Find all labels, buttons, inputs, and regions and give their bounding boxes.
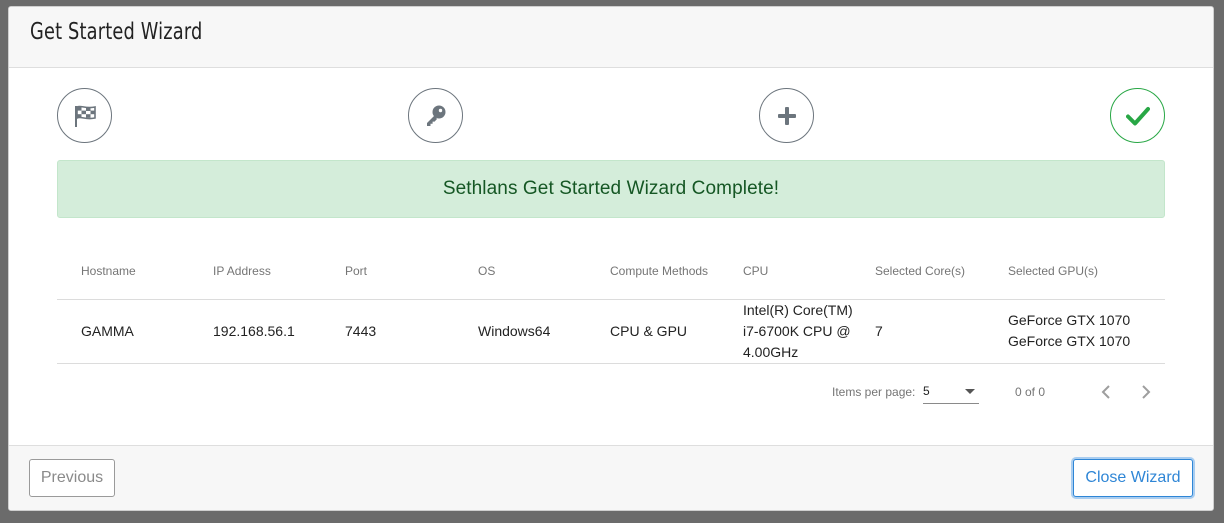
column-header-port: Port <box>345 243 478 300</box>
column-header-ip: IP Address <box>213 243 345 300</box>
dropdown-arrow-icon <box>965 389 975 394</box>
cell-os: Windows64 <box>478 299 610 364</box>
column-header-cpu: CPU <box>743 243 875 300</box>
cell-hostname: GAMMA <box>57 299 213 364</box>
column-header-compute: Compute Methods <box>610 243 743 300</box>
chevron-right-icon <box>1142 385 1151 399</box>
step-complete[interactable] <box>1110 88 1165 143</box>
modal-header: Get Started Wizard <box>9 7 1213 68</box>
close-wizard-button[interactable]: Close Wizard <box>1073 459 1193 497</box>
alert-message: Sethlans Get Started Wizard Complete! <box>442 178 780 199</box>
table-header-row: Hostname IP Address Port OS Compute Meth… <box>57 243 1165 300</box>
cell-compute: CPU & GPU <box>610 299 743 364</box>
step-add-node[interactable] <box>759 88 814 143</box>
gpu-item: GeForce GTX 1070 <box>1008 312 1131 328</box>
wizard-steps <box>57 88 1165 144</box>
previous-page-button[interactable] <box>1094 380 1118 404</box>
items-per-page-label: Items per page: <box>832 385 916 399</box>
step-start[interactable] <box>57 88 112 143</box>
page-range-label: 0 of 0 <box>1015 385 1046 399</box>
step-credentials[interactable] <box>408 88 463 143</box>
items-per-page-select[interactable]: 5 <box>923 380 979 404</box>
column-header-os: OS <box>478 243 610 300</box>
nodes-table-wrapper: Hostname IP Address Port OS Compute Meth… <box>57 243 1165 364</box>
nodes-table: Hostname IP Address Port OS Compute Meth… <box>57 243 1165 364</box>
next-page-button[interactable] <box>1134 380 1158 404</box>
cell-cores: 7 <box>875 299 1008 364</box>
cell-gpus: GeForce GTX 1070 GeForce GTX 1070 <box>1008 299 1165 364</box>
flag-checkered-icon <box>74 105 96 127</box>
success-alert: Sethlans Get Started Wizard Complete! <box>57 160 1165 218</box>
cell-port: 7443 <box>345 299 478 364</box>
gpu-item: GeForce GTX 1070 <box>1008 333 1131 349</box>
modal-title: Get Started Wizard <box>30 19 203 45</box>
plus-icon <box>777 106 796 125</box>
previous-button[interactable]: Previous <box>29 459 115 497</box>
cell-ip: 192.168.56.1 <box>213 299 345 364</box>
cell-cpu: Intel(R) Core(TM) i7-6700K CPU @ 4.00GHz <box>743 299 875 364</box>
modal-footer: Previous Close Wizard <box>9 445 1213 510</box>
table-row: GAMMA 192.168.56.1 7443 Windows64 CPU & … <box>57 299 1165 364</box>
column-header-hostname: Hostname <box>57 243 213 300</box>
key-icon <box>426 105 445 126</box>
wizard-modal: Get Started Wizard Sethlans Get Started … <box>8 6 1214 511</box>
column-header-cores: Selected Core(s) <box>875 243 1008 300</box>
check-icon <box>1125 106 1150 125</box>
chevron-left-icon <box>1101 385 1110 399</box>
paginator: Items per page: 5 0 of 0 <box>57 372 1165 412</box>
items-per-page-value: 5 <box>923 384 930 398</box>
column-header-gpus: Selected GPU(s) <box>1008 243 1165 300</box>
